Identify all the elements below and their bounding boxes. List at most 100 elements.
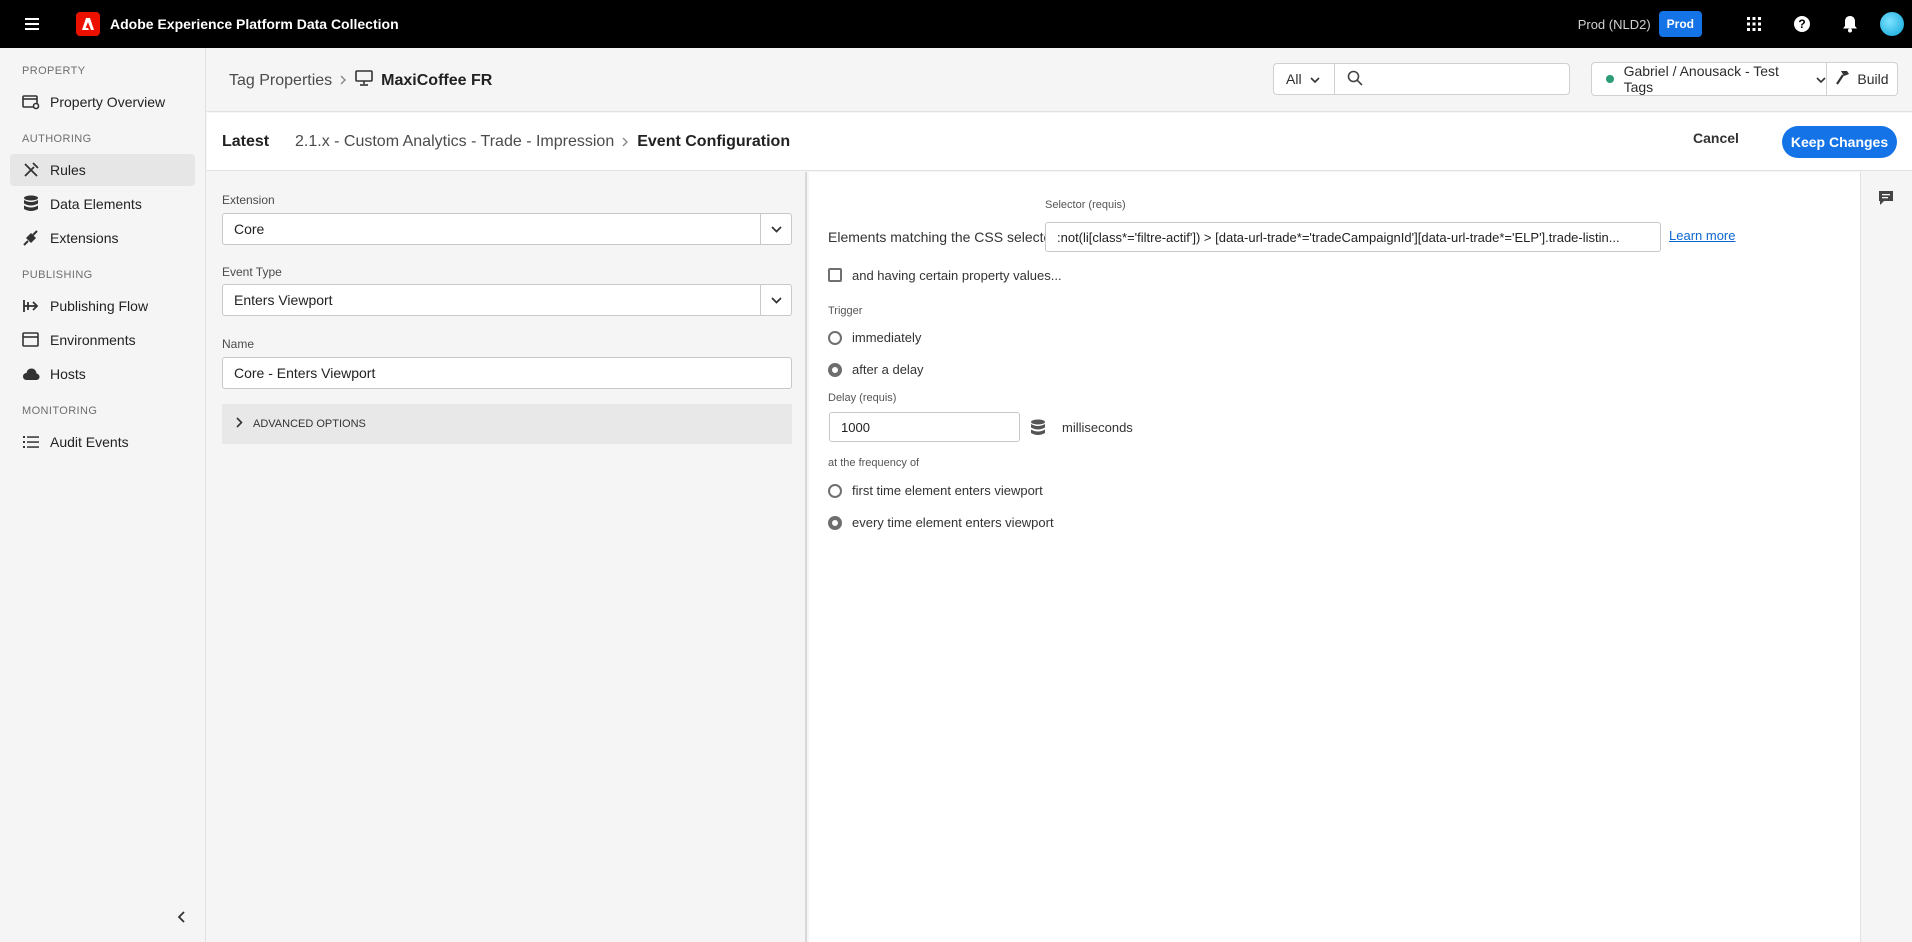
help-icon[interactable]: ? bbox=[1778, 0, 1826, 48]
advanced-options-label: ADVANCED OPTIONS bbox=[253, 418, 366, 430]
property-name: MaxiCoffee FR bbox=[381, 71, 493, 89]
sidebar-section-property: PROPERTY bbox=[22, 65, 86, 77]
extension-value: Core bbox=[234, 221, 265, 237]
frequency-first-label: first time element enters viewport bbox=[852, 483, 1043, 498]
extensions-icon bbox=[22, 229, 40, 247]
app-title: Adobe Experience Platform Data Collectio… bbox=[110, 16, 399, 32]
hamburger-menu-icon[interactable] bbox=[0, 0, 64, 48]
working-library-dropdown[interactable]: Gabriel / Anousack - Test Tags bbox=[1591, 62, 1827, 96]
event-type-value: Enters Viewport bbox=[234, 292, 333, 308]
property-values-label: and having certain property values... bbox=[852, 268, 1062, 283]
sidebar-section-authoring: AUTHORING bbox=[22, 133, 92, 145]
search-scope-value: All bbox=[1286, 71, 1302, 87]
sidebar-item-data-elements[interactable]: Data Elements bbox=[10, 188, 195, 220]
environments-icon bbox=[22, 331, 40, 349]
frequency-first-radio[interactable] bbox=[828, 484, 842, 498]
learn-more-link[interactable]: Learn more bbox=[1669, 228, 1735, 243]
monitor-icon bbox=[355, 70, 373, 91]
selector-required-label: Selector (requis) bbox=[1045, 199, 1126, 211]
collapse-sidebar-chevron-icon[interactable] bbox=[170, 906, 192, 928]
event-configuration-panel: Selector (requis) Elements matching the … bbox=[809, 172, 1860, 942]
user-avatar[interactable] bbox=[1880, 12, 1904, 36]
search-input[interactable] bbox=[1373, 71, 1563, 87]
trigger-immediately-radio[interactable] bbox=[828, 331, 842, 345]
comment-icon[interactable] bbox=[1878, 190, 1894, 209]
chevron-right-icon bbox=[622, 135, 629, 150]
sidebar-item-property-overview[interactable]: Property Overview bbox=[10, 86, 195, 118]
sidebar-item-label: Publishing Flow bbox=[50, 298, 149, 314]
property-header: Tag Properties MaxiCoffee FR All Gabriel… bbox=[207, 48, 1912, 112]
chevron-right-icon bbox=[340, 73, 347, 88]
sidebar-item-extensions[interactable]: Extensions bbox=[10, 222, 195, 254]
extension-label: Extension bbox=[222, 193, 275, 207]
notifications-bell-icon[interactable] bbox=[1826, 0, 1874, 48]
chevron-down-icon bbox=[760, 214, 791, 244]
list-icon bbox=[22, 433, 40, 451]
rules-icon bbox=[22, 161, 40, 179]
keep-changes-button[interactable]: Keep Changes bbox=[1782, 126, 1897, 158]
css-selector-input[interactable]: :not(li[class*='filtre-actif']) > [data-… bbox=[1045, 222, 1661, 252]
property-overview-icon bbox=[22, 93, 40, 111]
cloud-icon bbox=[22, 365, 40, 383]
publishing-flow-icon bbox=[22, 297, 40, 315]
delay-unit-label: milliseconds bbox=[1062, 420, 1133, 435]
selector-label: Elements matching the CSS selector bbox=[828, 229, 1056, 245]
build-button[interactable]: Build bbox=[1827, 62, 1898, 96]
adobe-logo-icon[interactable] bbox=[76, 12, 100, 36]
chevron-down-icon bbox=[760, 285, 791, 315]
name-input[interactable]: Core - Enters Viewport bbox=[222, 357, 792, 389]
library-group: Gabriel / Anousack - Test Tags Build bbox=[1591, 62, 1898, 96]
extension-select[interactable]: Core bbox=[222, 213, 792, 245]
sidebar-item-environments[interactable]: Environments bbox=[10, 324, 195, 356]
sidebar-item-label: Environments bbox=[50, 332, 136, 348]
frequency-label: at the frequency of bbox=[828, 457, 920, 469]
delay-input[interactable]: 1000 bbox=[829, 412, 1020, 442]
sidebar-item-label: Extensions bbox=[50, 230, 119, 246]
env-badge[interactable]: Prod bbox=[1658, 11, 1702, 37]
breadcrumb-event-configuration: Event Configuration bbox=[637, 133, 791, 150]
search-icon bbox=[1347, 70, 1363, 89]
org-name[interactable]: Prod (NLD2) bbox=[1578, 17, 1651, 32]
sidebar-item-label: Rules bbox=[50, 162, 86, 178]
sidebar-item-label: Data Elements bbox=[50, 196, 142, 212]
event-settings-panel: Extension Core Event Type Enters Viewpor… bbox=[207, 172, 807, 942]
event-type-select[interactable]: Enters Viewport bbox=[222, 284, 792, 316]
breadcrumb: Tag Properties MaxiCoffee FR bbox=[229, 70, 492, 91]
breadcrumb-rule-name[interactable]: 2.1.x - Custom Analytics - Trade - Impre… bbox=[295, 133, 614, 151]
trigger-label: Trigger bbox=[828, 305, 863, 317]
delay-label: Delay (requis) bbox=[828, 392, 897, 404]
rule-breadcrumb: 2.1.x - Custom Analytics - Trade - Impre… bbox=[295, 133, 790, 151]
revision-latest[interactable]: Latest bbox=[222, 133, 269, 151]
right-rail bbox=[1860, 172, 1912, 942]
sidebar-section-monitoring: MONITORING bbox=[22, 405, 98, 417]
build-label: Build bbox=[1857, 71, 1889, 87]
sidebar-section-publishing: PUBLISHING bbox=[22, 269, 93, 281]
sidebar: PROPERTY Property Overview AUTHORING Rul… bbox=[0, 48, 206, 942]
search-box[interactable] bbox=[1334, 63, 1570, 95]
event-type-label: Event Type bbox=[222, 265, 282, 279]
advanced-options-toggle[interactable]: ADVANCED OPTIONS bbox=[222, 404, 792, 444]
sidebar-item-label: Property Overview bbox=[50, 94, 166, 110]
cancel-button[interactable]: Cancel bbox=[1693, 130, 1739, 146]
frequency-every-label: every time element enters viewport bbox=[852, 515, 1054, 530]
chevron-down-icon bbox=[1816, 71, 1826, 87]
top-bar: Adobe Experience Platform Data Collectio… bbox=[0, 0, 1912, 48]
hammer-icon bbox=[1835, 70, 1851, 89]
sidebar-item-label: Audit Events bbox=[50, 434, 129, 450]
sidebar-item-audit-events[interactable]: Audit Events bbox=[10, 426, 195, 458]
frequency-every-radio[interactable] bbox=[828, 516, 842, 530]
breadcrumb-tag-properties[interactable]: Tag Properties bbox=[229, 72, 332, 90]
data-elements-icon bbox=[22, 195, 40, 213]
apps-grid-icon[interactable] bbox=[1730, 0, 1778, 48]
chevron-down-icon bbox=[1309, 71, 1320, 87]
search-filter-group: All bbox=[1273, 63, 1570, 95]
chevron-right-icon bbox=[236, 417, 243, 431]
sidebar-item-rules[interactable]: Rules bbox=[10, 154, 195, 186]
trigger-delay-radio[interactable] bbox=[828, 363, 842, 377]
sidebar-item-publishing-flow[interactable]: Publishing Flow bbox=[10, 290, 195, 322]
data-element-picker-icon[interactable] bbox=[1030, 419, 1046, 435]
sidebar-item-label: Hosts bbox=[50, 366, 86, 382]
sidebar-item-hosts[interactable]: Hosts bbox=[10, 358, 195, 390]
search-scope-dropdown[interactable]: All bbox=[1273, 63, 1334, 95]
property-values-checkbox[interactable] bbox=[828, 268, 842, 282]
